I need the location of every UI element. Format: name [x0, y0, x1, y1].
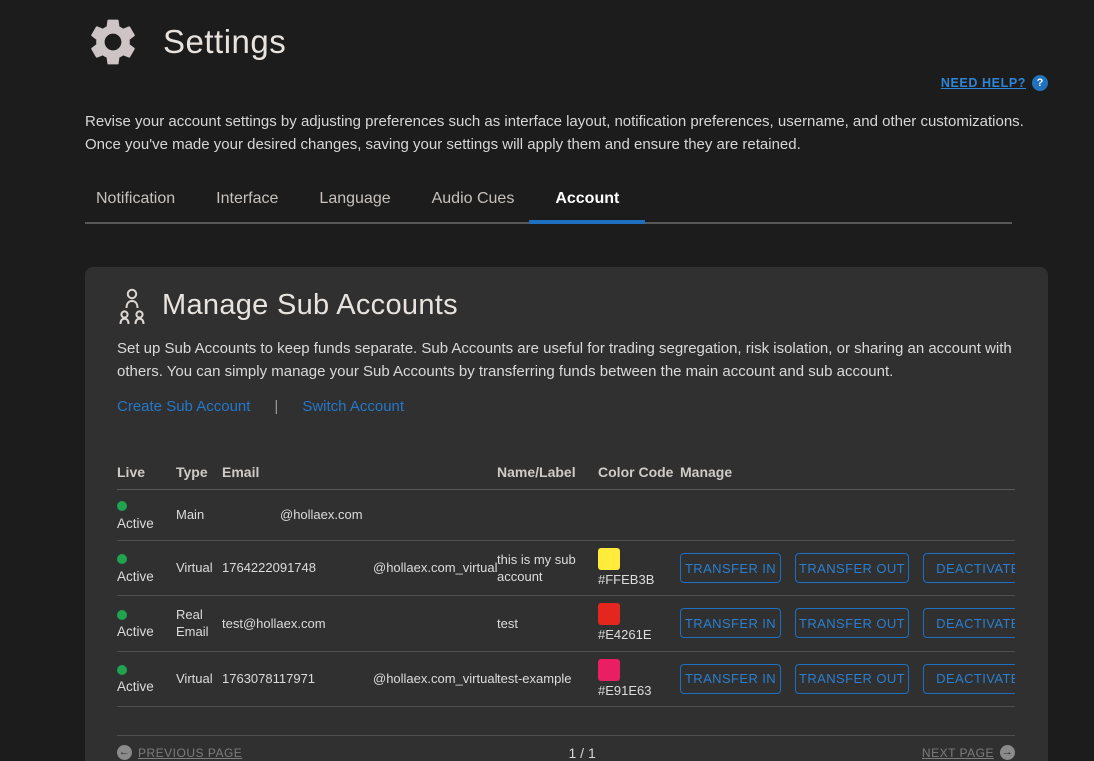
- manage-actions: TRANSFER IN TRANSFER OUT DEACTIVATE: [680, 553, 1015, 584]
- panel-title: Manage Sub Accounts: [162, 289, 458, 321]
- transfer-in-button[interactable]: TRANSFER IN: [680, 608, 782, 639]
- manage-actions: TRANSFER IN TRANSFER OUT DEACTIVATE: [680, 608, 1015, 639]
- pagination: ← PREVIOUS PAGE 1 / 1 NEXT PAGE →: [117, 734, 1015, 761]
- col-header-name-label: Name/Label: [497, 464, 576, 480]
- manage-actions: TRANSFER IN TRANSFER OUT DEACTIVATE: [680, 663, 1015, 694]
- account-type: Virtual: [176, 671, 213, 686]
- email-id: test@hollaex.com: [222, 615, 326, 631]
- page-title: Settings: [163, 23, 287, 60]
- color-hex: #E4261E: [598, 627, 652, 643]
- sub-accounts-icon: [119, 288, 145, 324]
- arrow-right-icon: →: [999, 745, 1015, 761]
- tab-account[interactable]: Account: [529, 186, 646, 224]
- create-sub-account-link[interactable]: Create Sub Account: [117, 398, 250, 415]
- account-label: test-example: [497, 671, 572, 686]
- transfer-in-button[interactable]: TRANSFER IN: [680, 663, 782, 694]
- account-links: Create Sub Account | Switch Account: [117, 398, 1048, 415]
- col-header-color-code: Color Code: [598, 464, 674, 480]
- sub-accounts-table-wrapper: Live Type Email Name/Label Color Code Ma…: [117, 457, 1015, 707]
- account-label: test: [497, 615, 518, 631]
- tab-notification[interactable]: Notification: [94, 186, 177, 222]
- transfer-out-button[interactable]: TRANSFER OUT: [795, 663, 910, 694]
- status-text: Active: [117, 679, 154, 695]
- gear-icon: [91, 19, 135, 65]
- transfer-out-button[interactable]: TRANSFER OUT: [795, 608, 910, 639]
- deactivate-button[interactable]: DEACTIVATE: [923, 663, 1015, 694]
- color-swatch: [598, 603, 621, 626]
- col-header-live: Live: [117, 464, 146, 480]
- color-hex: #FFEB3B: [598, 571, 655, 587]
- page-indicator: 1 / 1: [568, 744, 596, 761]
- tab-language[interactable]: Language: [317, 186, 392, 222]
- next-page-link[interactable]: NEXT PAGE →: [922, 745, 1015, 761]
- table-row: Active Virtual 1763078117971 @hollaex.co…: [117, 651, 1015, 707]
- table-row: Active Real Email test@hollaex.com test …: [117, 596, 1015, 652]
- tab-interface[interactable]: Interface: [214, 186, 280, 222]
- col-header-email: Email: [222, 464, 260, 480]
- email-domain: @hollaex.com_virtual: [373, 671, 498, 686]
- manage-sub-accounts-panel: Manage Sub Accounts Set up Sub Accounts …: [85, 266, 1048, 761]
- email-id: @hollaex.com: [280, 507, 363, 523]
- active-status-dot: [117, 554, 127, 565]
- email-domain: [373, 490, 497, 541]
- help-row: NEED HELP? ?: [85, 72, 1048, 94]
- panel-header: Manage Sub Accounts: [117, 287, 1048, 325]
- color-swatch: [598, 658, 621, 681]
- page-description: Revise your account settings by adjustin…: [85, 113, 1024, 154]
- link-separator: |: [274, 398, 279, 415]
- transfer-in-button[interactable]: TRANSFER IN: [680, 553, 782, 584]
- question-mark-icon[interactable]: ?: [1032, 75, 1048, 91]
- deactivate-button[interactable]: DEACTIVATE: [923, 608, 1015, 639]
- table-row: Active Main @hollaex.com: [117, 490, 1015, 541]
- account-type: Main: [176, 507, 205, 523]
- need-help-link[interactable]: NEED HELP?: [941, 76, 1026, 90]
- active-status-dot: [117, 501, 127, 512]
- color-swatch: [598, 547, 621, 570]
- account-type: Virtual: [176, 560, 213, 576]
- status-text: Active: [117, 568, 154, 584]
- page-header: Settings: [85, 14, 1048, 70]
- panel-description: Set up Sub Accounts to keep funds separa…: [117, 339, 1012, 380]
- deactivate-button[interactable]: DEACTIVATE: [923, 553, 1015, 584]
- active-status-dot: [117, 664, 127, 675]
- active-status-dot: [117, 609, 127, 620]
- settings-page: Settings NEED HELP? ? Revise your accoun…: [0, 0, 1094, 761]
- color-hex: #E91E63: [598, 682, 652, 698]
- transfer-out-button[interactable]: TRANSFER OUT: [795, 553, 910, 584]
- account-type: Real Email: [176, 606, 209, 640]
- table-header-row: Live Type Email Name/Label Color Code Ma…: [117, 457, 1015, 490]
- account-label: this is my sub account: [497, 551, 576, 585]
- col-header-manage: Manage: [680, 464, 733, 480]
- status-text: Active: [117, 624, 154, 640]
- email-id: 1763078117971: [222, 671, 316, 686]
- email-id: 1764222091748: [222, 560, 316, 576]
- tabs: Notification Interface Language Audio Cues A…: [85, 186, 1012, 224]
- status-text: Active: [117, 515, 154, 531]
- table-body: Active Main @hollaex.com Active Virtual …: [117, 490, 1015, 707]
- switch-account-link[interactable]: Switch Account: [302, 398, 404, 415]
- sub-accounts-table: Live Type Email Name/Label Color Code Ma…: [117, 457, 1015, 707]
- arrow-left-icon: ←: [117, 745, 132, 761]
- col-header-type: Type: [176, 464, 208, 480]
- email-domain: [373, 596, 497, 651]
- table-row: Active Virtual 1764222091748 @hollaex.co…: [117, 540, 1015, 596]
- previous-page-link[interactable]: ← PREVIOUS PAGE: [117, 745, 242, 761]
- tab-audio-cues[interactable]: Audio Cues: [430, 186, 517, 222]
- email-domain: @hollaex.com_virtual: [373, 560, 498, 576]
- account-label: [497, 490, 598, 541]
